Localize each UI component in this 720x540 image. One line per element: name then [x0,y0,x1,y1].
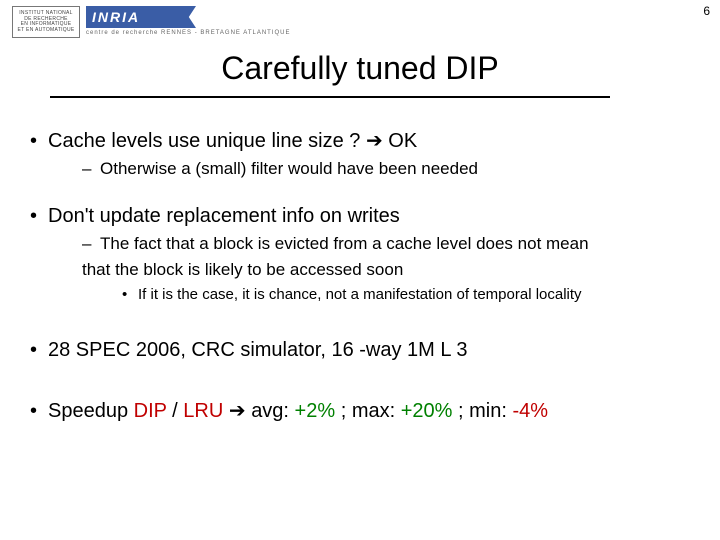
sub-bullet-text: The fact that a block is evicted from a … [100,234,589,253]
inria-logo: INRIA centre de recherche RENNES - BRETA… [86,6,291,36]
bullet-text: avg: [251,400,294,422]
dash-icon: – [82,234,100,254]
inria-logo-box: INRIA [86,6,196,28]
value-avg: +2% [295,400,336,422]
inria-logo-text: INRIA [92,6,140,28]
bullet-icon: • [30,339,48,362]
sub-bullet-continuation: that the block is likely to be accessed … [82,260,696,280]
sub-bullet-text: Otherwise a (small) filter would have be… [100,159,478,178]
bullet-text: min: [469,400,512,422]
title-underline [50,96,610,98]
bullet-text: OK [383,130,417,152]
inria-logo-notch [178,6,196,28]
bullet-item: •Don't update replacement info on writes [30,205,696,228]
bullet-text: ; [452,400,469,422]
bullet-icon: • [30,205,48,228]
institute-logo: INSTITUT NATIONAL DE RECHERCHE EN INFORM… [12,6,80,38]
inria-subtext: centre de recherche RENNES - BRETAGNE AT… [86,30,291,36]
value-max: +20% [401,400,453,422]
bullet-item: •Cache levels use unique line size ? ➔ O… [30,128,696,153]
sub-sub-bullet-item: •If it is the case, it is chance, not a … [122,286,696,303]
bullet-text: Speedup [48,400,134,422]
bullet-icon: • [30,130,48,153]
dash-icon: – [82,159,100,179]
sub-sub-bullet-text: If it is the case, it is chance, not a m… [138,286,582,303]
slide-content: •Cache levels use unique line size ? ➔ O… [30,128,696,429]
bullet-item: •28 SPEC 2006, CRC simulator, 16 -way 1M… [30,339,696,362]
value-min: -4% [512,400,548,422]
page-number: 6 [703,4,710,18]
bullet-text: max: [352,400,401,422]
sub-bullet-item: –The fact that a block is evicted from a… [82,234,696,254]
logo-text-line: ET EN AUTOMATIQUE [17,28,74,34]
bullet-icon: • [122,286,138,303]
highlight-lru: LRU [183,400,223,422]
highlight-dip: DIP [134,400,167,422]
bullet-text: 28 SPEC 2006, CRC simulator, 16 -way 1M … [48,339,467,361]
arrow-icon: ➔ [366,130,383,152]
bullet-icon: • [30,400,48,423]
arrow-icon: ➔ [223,400,251,422]
bullet-text: / [167,400,184,422]
sub-bullet-item: –Otherwise a (small) filter would have b… [82,159,696,179]
bullet-text: Don't update replacement info on writes [48,205,400,227]
bullet-text: Cache levels use unique line size ? [48,130,366,152]
sub-bullet-text: that the block is likely to be accessed … [82,260,403,279]
slide-title: Carefully tuned DIP [0,50,720,87]
bullet-text: ; [335,400,352,422]
logo-area: INSTITUT NATIONAL DE RECHERCHE EN INFORM… [12,6,291,38]
bullet-item: •Speedup DIP / LRU ➔ avg: +2% ; max: +20… [30,398,696,423]
